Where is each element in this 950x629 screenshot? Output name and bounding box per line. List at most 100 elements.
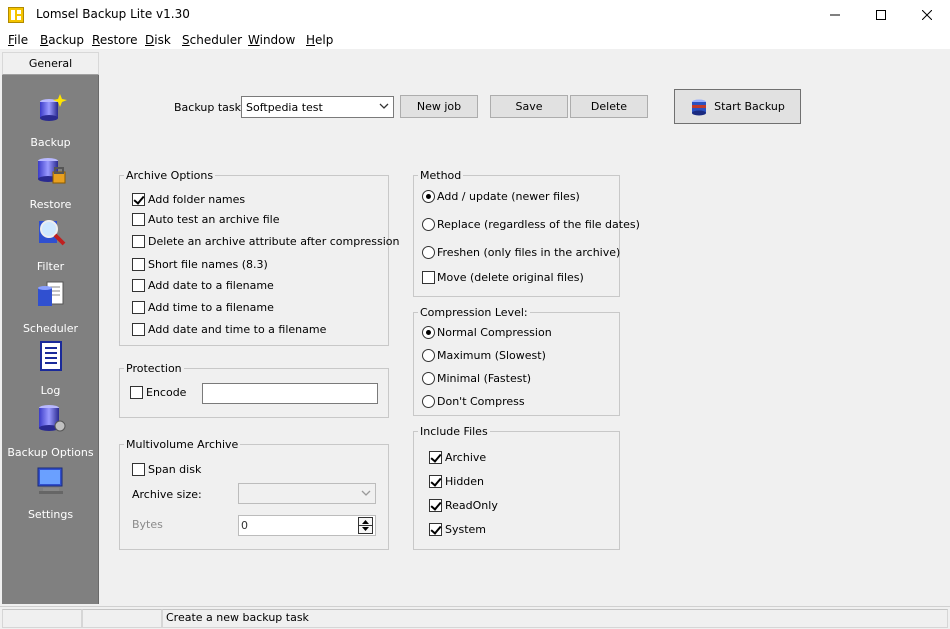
window-title: Lomsel Backup Lite v1.30 <box>36 7 190 21</box>
span-disk-checkbox[interactable] <box>132 463 145 476</box>
archive-size-select[interactable] <box>238 483 376 504</box>
compression-title: Compression Level: <box>418 306 530 319</box>
menu-file[interactable]: File <box>8 33 28 47</box>
menu-window-key: W <box>248 33 260 47</box>
bytes-spin-buttons[interactable] <box>358 517 373 534</box>
sidebar-item-log[interactable]: Log <box>2 340 99 402</box>
backup-task-select[interactable]: Softpedia test <box>241 96 394 118</box>
minimize-icon <box>830 14 840 16</box>
start-backup-button[interactable]: Start Backup <box>674 89 801 124</box>
method-replace-radio[interactable] <box>422 218 435 231</box>
method-add-update-radio[interactable] <box>422 190 435 203</box>
settings-icon <box>37 467 63 494</box>
chevron-down-icon <box>379 103 389 109</box>
sidebar-item-label: Scheduler <box>22 322 79 335</box>
add-folder-names-label: Add folder names <box>148 193 246 206</box>
menu-help-key: H <box>306 33 316 47</box>
compression-none-radio[interactable] <box>422 395 435 408</box>
menu-scheduler-key: S <box>182 33 190 47</box>
backup-task-label: Backup task: <box>174 101 245 114</box>
maximize-icon <box>876 10 886 20</box>
add-date-time-checkbox[interactable] <box>132 323 145 336</box>
start-backup-label: Start Backup <box>714 100 785 113</box>
minimize-button[interactable] <box>812 0 858 30</box>
sidebar-item-label: Restore <box>29 198 72 211</box>
add-date-label: Add date to a filename <box>148 279 274 292</box>
sidebar-item-label: Log <box>40 384 61 397</box>
close-button[interactable] <box>904 0 950 30</box>
archive-options-title: Archive Options <box>124 169 216 182</box>
compression-minimal-radio[interactable] <box>422 372 435 385</box>
menu-help[interactable]: Help <box>306 33 333 47</box>
sidebar-item-restore[interactable]: Restore <box>2 154 99 216</box>
encode-checkbox[interactable] <box>130 386 143 399</box>
sidebar-tab-general[interactable]: General <box>2 52 99 75</box>
backup-task-value: Softpedia test <box>246 100 323 114</box>
bytes-spinner[interactable]: 0 <box>238 515 376 536</box>
short-file-names-checkbox[interactable] <box>132 258 145 271</box>
move-files-label: Move (delete original files) <box>437 271 584 284</box>
spin-arrows-icon <box>359 520 372 531</box>
span-disk-label: Span disk <box>148 463 202 476</box>
menu-bar: File Backup Restore Disk Scheduler Windo… <box>0 30 950 50</box>
sidebar-item-backup[interactable]: Backup <box>2 92 99 154</box>
log-icon <box>40 341 62 371</box>
menu-disk-rest: isk <box>154 33 171 47</box>
chevron-down-icon <box>361 490 371 496</box>
bytes-label: Bytes <box>132 518 163 531</box>
add-folder-names-checkbox[interactable] <box>132 193 145 206</box>
menu-disk-key: D <box>145 33 155 47</box>
include-system-checkbox[interactable] <box>429 523 442 536</box>
compression-maximum-radio[interactable] <box>422 349 435 362</box>
method-replace-label: Replace (regardless of the file dates) <box>437 218 640 231</box>
move-files-checkbox[interactable] <box>422 271 435 284</box>
sidebar-item-label: Filter <box>36 260 65 273</box>
include-system-label: System <box>445 523 487 536</box>
menu-backup-key: B <box>40 33 49 47</box>
sidebar-item-label: Settings <box>27 508 74 521</box>
auto-test-checkbox[interactable] <box>132 213 145 226</box>
delete-button[interactable]: Delete <box>570 95 648 118</box>
include-files-title: Include Files <box>418 425 490 438</box>
app-icon <box>8 7 24 23</box>
menu-disk[interactable]: Disk <box>145 33 171 47</box>
method-title: Method <box>418 169 464 182</box>
menu-restore[interactable]: Restore <box>92 33 138 47</box>
add-date-checkbox[interactable] <box>132 279 145 292</box>
sidebar-item-filter[interactable]: Filter <box>2 216 99 278</box>
add-date-time-label: Add date and time to a filename <box>148 323 327 336</box>
restore-icon <box>38 158 66 184</box>
menu-window[interactable]: Window <box>248 33 295 47</box>
delete-attribute-checkbox[interactable] <box>132 235 145 248</box>
protection-title: Protection <box>124 362 184 375</box>
sidebar-item-settings[interactable]: Settings <box>2 464 99 526</box>
add-time-label: Add time to a filename <box>148 301 274 314</box>
maximize-button[interactable] <box>858 0 904 30</box>
scheduler-icon <box>38 281 64 306</box>
menu-help-rest: elp <box>315 33 334 47</box>
status-cell-1 <box>2 609 82 628</box>
method-freshen-radio[interactable] <box>422 246 435 259</box>
include-hidden-checkbox[interactable] <box>429 475 442 488</box>
save-button[interactable]: Save <box>490 95 568 118</box>
sidebar-item-scheduler[interactable]: Scheduler <box>2 278 99 340</box>
filter-icon <box>39 220 66 246</box>
include-readonly-checkbox[interactable] <box>429 499 442 512</box>
menu-scheduler[interactable]: Scheduler <box>182 33 242 47</box>
sidebar-item-backup-options[interactable]: Backup Options <box>2 402 99 464</box>
menu-backup[interactable]: Backup <box>40 33 84 47</box>
menu-restore-rest: estore <box>99 33 138 47</box>
backup-options-icon <box>39 405 66 432</box>
menu-file-rest: ile <box>14 33 29 47</box>
add-time-checkbox[interactable] <box>132 301 145 314</box>
compression-normal-radio[interactable] <box>422 326 435 339</box>
include-archive-checkbox[interactable] <box>429 451 442 464</box>
title-bar[interactable]: Lomsel Backup Lite v1.30 <box>0 0 950 30</box>
new-job-button[interactable]: New job <box>400 95 478 118</box>
status-text: Create a new backup task <box>166 611 309 624</box>
password-input[interactable] <box>202 383 378 404</box>
include-archive-label: Archive <box>445 451 487 464</box>
status-cell-2 <box>82 609 162 628</box>
delete-attribute-label: Delete an archive attribute after compre… <box>148 235 400 248</box>
sidebar-item-label: Backup <box>30 136 71 149</box>
